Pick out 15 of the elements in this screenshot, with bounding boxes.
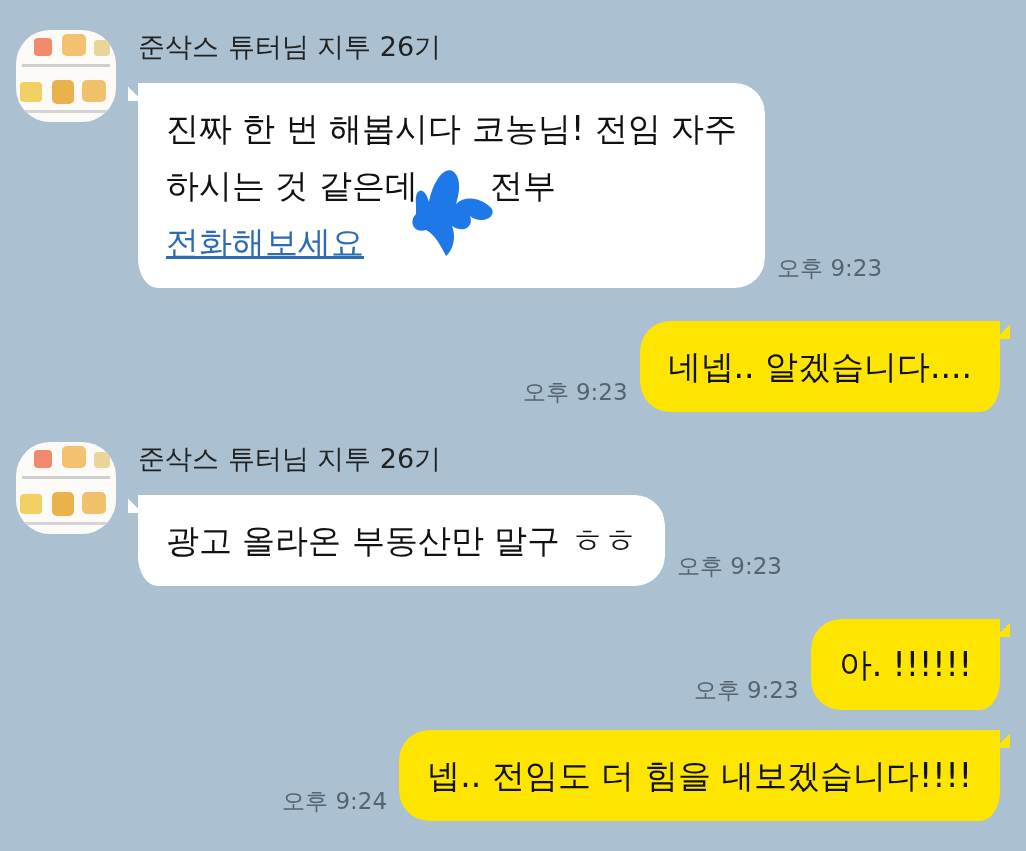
message-text: 넵.. 전임도 더 힘을 내보겠습니다!!!! bbox=[427, 756, 972, 795]
sender-name: 준삭스 튜터님 지투 26기 bbox=[138, 442, 443, 476]
message-time: 오후 9:23 bbox=[693, 676, 799, 705]
message-time: 오후 9:23 bbox=[777, 254, 883, 283]
message-text: 아. !!!!!! bbox=[838, 645, 972, 684]
message-text: 하시는 것 같은데 bbox=[166, 166, 418, 205]
message-time: 오후 9:23 bbox=[676, 552, 782, 581]
sender-name: 준삭스 튜터님 지투 26기 bbox=[138, 30, 443, 64]
message-text: 네넵.. 알겠습니다.... bbox=[667, 347, 972, 386]
message-text: 전부 bbox=[490, 166, 556, 205]
message-time: 오후 9:23 bbox=[522, 378, 628, 407]
message-text: 진짜 한 번 해봅시다 코농님! 전임 자주 bbox=[166, 109, 738, 148]
message-time: 오후 9:24 bbox=[282, 787, 388, 816]
message-text: 광고 올라온 부동산만 말구 ㅎㅎ bbox=[166, 521, 637, 560]
phone-link[interactable]: 전화해보세요 bbox=[166, 223, 364, 262]
